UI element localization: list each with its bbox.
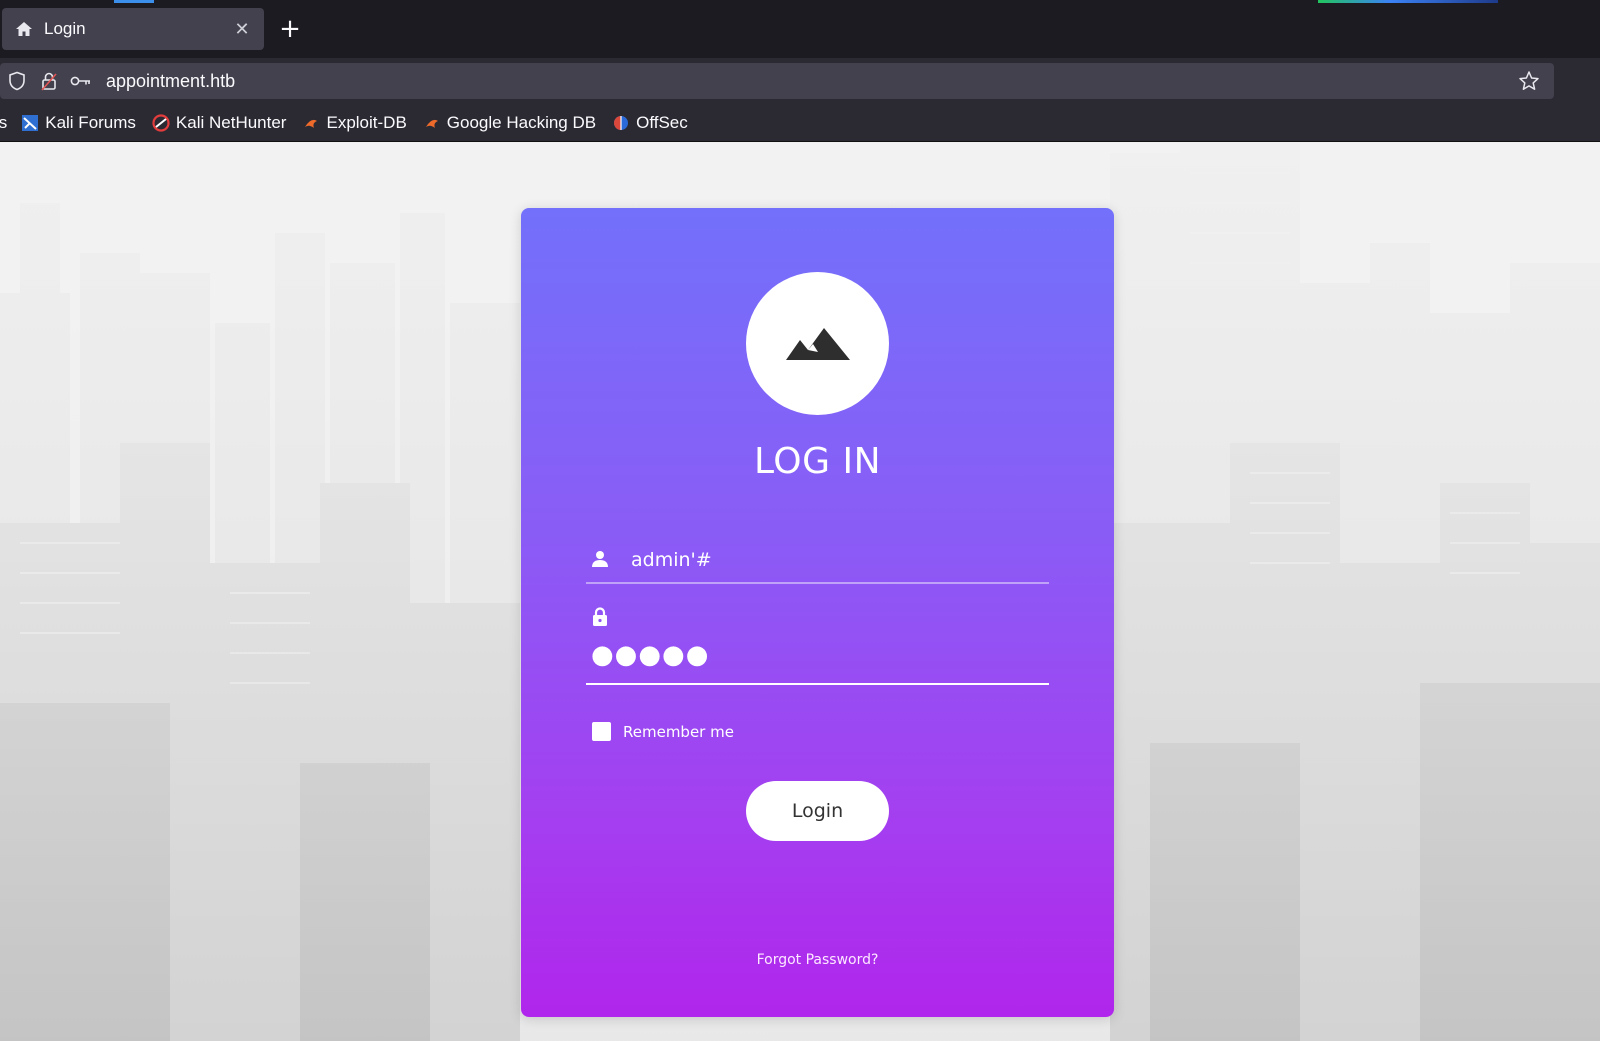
offsec-icon (612, 114, 630, 132)
password-input[interactable] (591, 638, 1031, 672)
remember-me-label: Remember me (623, 722, 734, 741)
window-accent (1318, 0, 1498, 3)
username-input[interactable] (631, 544, 1031, 576)
home-icon (14, 19, 34, 39)
exploit-db-icon (302, 114, 320, 132)
password-field (586, 598, 1049, 685)
bookmark-exploit-db[interactable]: Exploit-DB (302, 112, 407, 133)
shield-icon[interactable] (6, 70, 28, 92)
page-viewport: LOG IN Remember me Login Forgot Password… (0, 143, 1600, 1041)
bookmark-offsec[interactable]: OffSec (612, 113, 688, 133)
bookmark-label: Kali Forums (45, 112, 136, 132)
tab-bar: Login ✕ + (0, 0, 1600, 58)
bookmark-label: OffSec (636, 112, 688, 132)
bookmark-google-hacking-db[interactable]: Google Hacking DB (423, 113, 596, 133)
key-icon[interactable] (70, 70, 92, 92)
logo-avatar (746, 272, 889, 415)
tab-title: Login (44, 19, 86, 38)
lock-icon (590, 606, 610, 628)
tab-login[interactable]: Login ✕ (2, 8, 264, 50)
forgot-password-link[interactable]: Forgot Password? (521, 952, 1114, 968)
mountain-icon (785, 327, 850, 360)
username-field (586, 538, 1049, 584)
bookmark-kali-forums[interactable]: Kali Forums (21, 113, 136, 133)
bookmark-truncated-label: ts (0, 112, 8, 132)
bookmark-kali-nethunter[interactable]: Kali NetHunter (152, 112, 287, 133)
url-text: appointment.htb (106, 70, 236, 91)
tab-accent (114, 0, 154, 3)
login-title: LOG IN (754, 441, 881, 482)
bookmark-label: Google Hacking DB (446, 112, 597, 132)
kali-nethunter-icon (152, 113, 170, 132)
kali-forums-icon (21, 114, 39, 132)
bookmarks-bar: ts Kali Forums Kali NetHunter Exploit-DB… (0, 104, 1600, 142)
checkbox-box[interactable] (592, 722, 611, 741)
remember-me-checkbox[interactable]: Remember me (592, 722, 734, 741)
new-tab-button[interactable]: + (275, 14, 305, 44)
nav-bar: appointment.htb (0, 58, 1600, 104)
google-hacking-db-icon (423, 114, 441, 132)
url-bar[interactable]: appointment.htb (0, 63, 1554, 99)
close-tab-icon[interactable]: ✕ (232, 19, 252, 40)
login-button[interactable]: Login (746, 781, 889, 841)
lock-icon[interactable] (38, 70, 60, 92)
bookmark-label: Kali NetHunter (175, 112, 287, 132)
user-icon (590, 548, 610, 570)
bookmark-truncated[interactable]: ts (0, 113, 7, 133)
bookmark-star-icon[interactable] (1518, 70, 1540, 92)
bookmark-label: Exploit-DB (326, 112, 407, 132)
login-card: LOG IN Remember me Login Forgot Password… (521, 208, 1114, 1017)
